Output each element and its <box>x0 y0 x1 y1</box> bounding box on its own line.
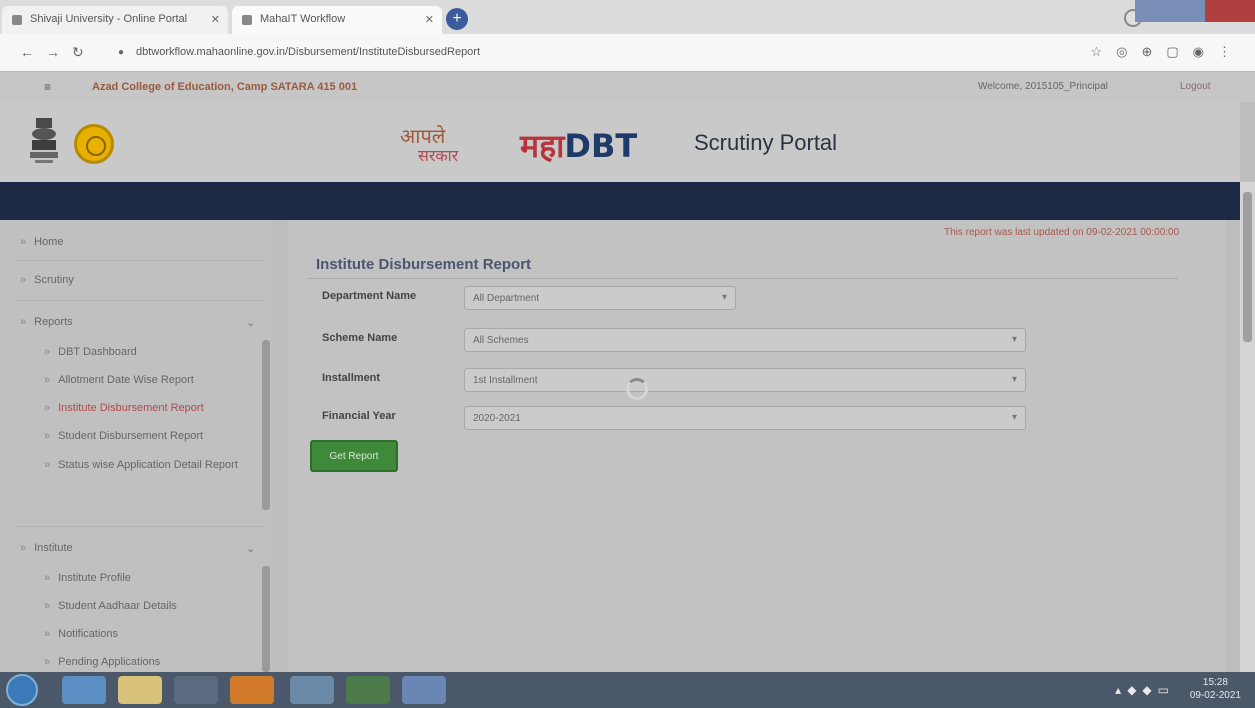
sidebar-item-home[interactable]: Home <box>20 236 63 256</box>
brand-dbt: DBT <box>564 127 638 165</box>
chevron-down-icon: ▾ <box>1011 412 1017 423</box>
scrollbar-thumb[interactable] <box>1243 192 1252 342</box>
logout-link[interactable]: Logout <box>1180 81 1211 92</box>
national-emblem-icon <box>30 118 58 163</box>
portal-title: Scrutiny Portal <box>694 130 838 155</box>
chevron-down-icon[interactable]: ⌄ <box>246 316 255 329</box>
college-name: Azad College of Education, Camp SATARA 4… <box>92 81 358 93</box>
financial-year-label: Financial Year <box>322 410 396 422</box>
scheme-value: All Schemes <box>473 335 529 346</box>
welcome-text[interactable]: Welcome, 2015105_Principal <box>978 81 1108 92</box>
main-content: This report was last updated on 09-02-20… <box>288 220 1226 672</box>
scheme-select[interactable]: All Schemes ▾ <box>464 328 1026 352</box>
url-field[interactable]: ● dbtworkflow.mahaonline.gov.in/Disburse… <box>112 43 1072 63</box>
chevron-down-icon: ▾ <box>1011 374 1017 385</box>
sidebar-item-aadhaar-details[interactable]: Student Aadhaar Details <box>44 600 177 620</box>
browser-tab[interactable]: Shivaji University - Online Portal ✕ <box>2 6 228 34</box>
page-scrollbar[interactable] <box>1240 182 1255 672</box>
close-icon[interactable]: ✕ <box>211 13 220 26</box>
system-tray-icons[interactable]: ▴◆◆▭ <box>1115 683 1175 697</box>
sidebar-item-allotment-report[interactable]: Allotment Date Wise Report <box>44 374 194 394</box>
last-updated-notice: This report was last updated on 09-02-20… <box>944 227 1180 238</box>
media-player-icon[interactable] <box>174 676 218 704</box>
sidebar-item-reports[interactable]: Reports <box>20 316 73 336</box>
chevron-down-icon: ▾ <box>1011 334 1017 345</box>
chevron-down-icon: ▾ <box>721 292 727 303</box>
browser-tab-bar: Shivaji University - Online Portal ✕ Mah… <box>0 0 1255 34</box>
sidebar-item-student-disbursement[interactable]: Student Disbursement Report <box>44 430 203 450</box>
sidebar-item-institute[interactable]: Institute <box>20 542 73 562</box>
top-strip: ≡ Azad College of Education, Camp SATARA… <box>0 72 1255 102</box>
app-icon[interactable] <box>346 676 390 704</box>
department-value: All Department <box>473 293 540 304</box>
sidebar: Home Scrutiny Reports ⌄ DBT Dashboard Al… <box>0 220 272 672</box>
sidebar-scrollbar[interactable] <box>262 340 270 510</box>
favicon-icon <box>12 15 22 25</box>
installment-select[interactable]: 1st Installment ▾ <box>464 368 1026 392</box>
sidebar-item-notifications[interactable]: Notifications <box>44 628 118 648</box>
sidebar-item-institute-profile[interactable]: Institute Profile <box>44 572 131 592</box>
window-app-icon[interactable] <box>402 676 446 704</box>
get-report-button[interactable]: Get Report <box>310 440 398 472</box>
lock-icon: ● <box>118 47 125 58</box>
taskbar-clock[interactable]: 15:28 09-02-2021 <box>1190 676 1241 702</box>
sidebar-item-scrutiny[interactable]: Scrutiny <box>20 274 74 294</box>
sidebar-scrollbar[interactable] <box>262 566 270 672</box>
minimize-icon[interactable] <box>1135 0 1205 22</box>
browser-tab-active[interactable]: MahaIT Workflow ✕ <box>232 6 442 34</box>
tab-title: MahaIT Workflow <box>260 13 346 25</box>
installment-label: Installment <box>322 372 381 384</box>
sidebar-item-pending[interactable]: Pending Applications <box>44 656 160 672</box>
menu-icon[interactable]: ≡ <box>44 80 51 94</box>
start-button-icon[interactable] <box>6 674 38 706</box>
financial-year-select[interactable]: 2020-2021 ▾ <box>464 406 1026 430</box>
department-select[interactable]: All Department ▾ <box>464 286 736 310</box>
new-tab-button[interactable]: + <box>446 8 468 30</box>
brand-maha: महा <box>520 127 565 165</box>
ie-icon[interactable] <box>62 676 106 704</box>
browser-toolbar-icons[interactable]: ☆◎⊕▢◉⋮ <box>1090 44 1245 60</box>
chrome-icon[interactable] <box>290 676 334 704</box>
financial-year-value: 2020-2021 <box>473 413 521 424</box>
chevron-down-icon[interactable]: ⌄ <box>246 542 255 555</box>
page: ≡ Azad College of Education, Camp SATARA… <box>0 72 1255 672</box>
tagline-top: आपले <box>400 124 446 148</box>
back-icon[interactable]: ← <box>20 44 34 60</box>
clock-date: 09-02-2021 <box>1189 690 1241 701</box>
scheme-label: Scheme Name <box>322 332 398 344</box>
divider <box>16 300 266 301</box>
favicon-icon <box>242 15 252 25</box>
taskbar: ▴◆◆▭ 15:28 09-02-2021 <box>0 672 1255 708</box>
aaple-sarkar-logo: आपले सरकार <box>400 126 458 166</box>
address-bar-row: ← → ↻ ● dbtworkflow.mahaonline.gov.in/Di… <box>0 34 1255 72</box>
sidebar-item-status-report[interactable]: Status wise Application Detail Report <box>44 458 240 488</box>
divider <box>16 526 266 527</box>
file-explorer-icon[interactable] <box>118 676 162 704</box>
site-header: आपले सरकार महाDBT Scrutiny Portal <box>0 102 1240 182</box>
sidebar-item-institute-disbursement[interactable]: Institute Disbursement Report <box>44 402 204 422</box>
window-controls[interactable] <box>1135 0 1255 22</box>
department-label: Department Name <box>322 290 417 302</box>
page-title: Institute Disbursement Report <box>316 256 532 273</box>
reload-icon[interactable]: ↻ <box>72 44 84 61</box>
forward-icon[interactable]: → <box>46 44 60 60</box>
divider <box>16 260 266 261</box>
mahadbt-logo: महाDBT <box>520 124 637 167</box>
sidebar-item-dbt-dashboard[interactable]: DBT Dashboard <box>44 346 137 366</box>
clock-time: 15:28 <box>1202 677 1228 688</box>
tagline-bottom: सरकार <box>418 146 459 165</box>
tab-title: Shivaji University - Online Portal <box>30 13 188 25</box>
loading-spinner-icon <box>626 378 648 400</box>
close-icon[interactable]: ✕ <box>425 13 434 26</box>
url-text: dbtworkflow.mahaonline.gov.in/Disburseme… <box>136 46 481 58</box>
state-seal-icon <box>74 124 114 164</box>
nav-bar <box>0 182 1255 220</box>
installment-value: 1st Installment <box>473 375 538 386</box>
divider <box>308 278 1178 279</box>
firefox-icon[interactable] <box>230 676 274 704</box>
